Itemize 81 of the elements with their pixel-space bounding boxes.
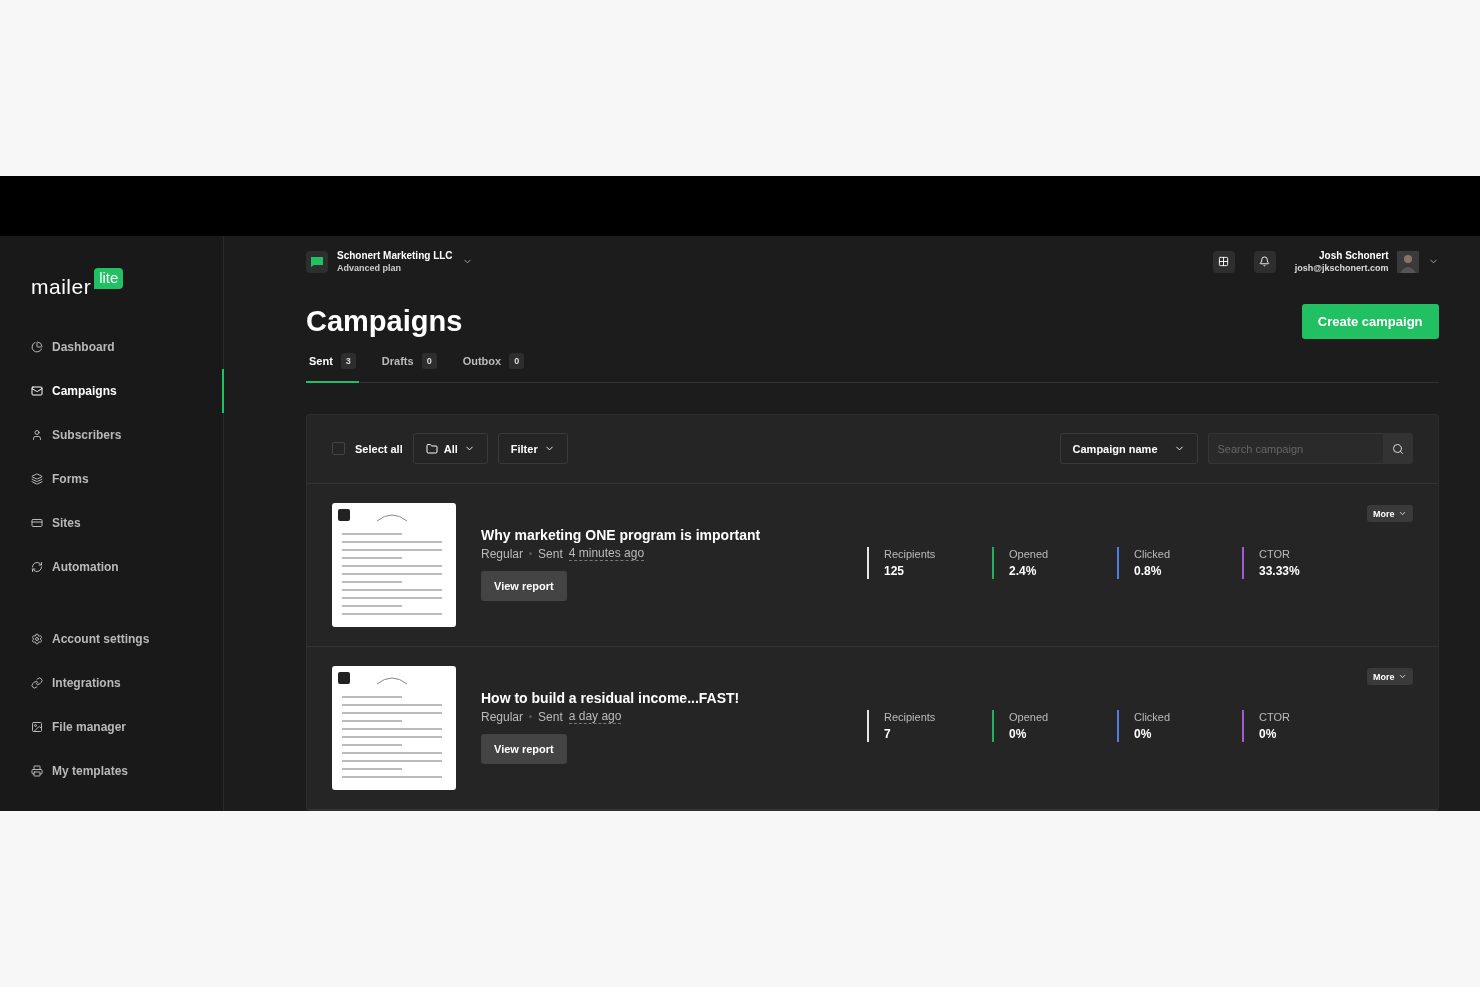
stat-label: Recipients <box>884 711 937 723</box>
stat-value: 125 <box>884 564 906 578</box>
folder-icon <box>425 442 438 455</box>
sidebar-item[interactable]: Dashboard <box>0 325 224 369</box>
view-report-button[interactable]: View report <box>481 734 567 764</box>
stat-value: 0.8% <box>1134 564 1163 578</box>
user-name: Josh Schonert <box>1318 250 1389 261</box>
stat-value: 2.4% <box>1009 564 1038 578</box>
refresh-icon <box>31 561 43 573</box>
sidebar-item[interactable]: File manager <box>0 705 224 749</box>
sidebar-item[interactable]: Subscribers <box>0 413 224 457</box>
tab[interactable]: Sent 3 <box>306 353 359 383</box>
stat-value: 33.33% <box>1259 564 1301 578</box>
sidebar-item[interactable]: Integrations <box>0 661 224 705</box>
campaign-title[interactable]: How to build a residual income...FAST! <box>481 690 841 706</box>
pie-chart-icon <box>31 341 43 353</box>
tab[interactable]: Outbox 0 <box>459 353 528 383</box>
chat-icon <box>306 250 328 273</box>
campaign-type: Regular <box>481 546 524 561</box>
separator-dot <box>529 715 533 718</box>
sent-label: Sent <box>538 546 563 561</box>
stat-label: CTOR <box>1259 711 1291 723</box>
image-icon <box>31 721 43 733</box>
sidebar-item[interactable]: Account settings <box>0 617 224 661</box>
campaign-type: Regular <box>481 709 524 724</box>
mail-icon <box>31 385 43 397</box>
user-icon <box>31 429 43 441</box>
stat-label: Opened <box>1009 711 1050 723</box>
select-all-checkbox[interactable] <box>332 442 345 455</box>
stat-label: Recipients <box>884 548 937 560</box>
card-icon <box>31 517 43 529</box>
stat-label: CTOR <box>1259 548 1291 560</box>
select-all-label: Select all <box>355 442 403 455</box>
page-title: Campaigns <box>306 305 463 338</box>
search-field[interactable]: Search campaign <box>1207 433 1383 464</box>
grid-icon <box>1218 256 1230 267</box>
sidebar-item[interactable]: Sites <box>0 501 224 545</box>
printer-icon <box>31 765 43 777</box>
stat-value: 0% <box>1259 727 1278 741</box>
logo-text: mailer <box>31 275 92 299</box>
sidebar-item[interactable]: Forms <box>0 457 224 501</box>
sent-label: Sent <box>538 709 563 724</box>
avatar[interactable] <box>1396 250 1419 273</box>
stat-value: 0% <box>1134 727 1153 741</box>
stat-label: Clicked <box>1134 548 1172 560</box>
tab-count: 0 <box>509 353 525 369</box>
tab[interactable]: Drafts 0 <box>378 353 440 383</box>
more-button[interactable]: More <box>1367 505 1413 522</box>
link-icon <box>31 677 43 689</box>
tab-count: 3 <box>340 353 356 369</box>
search-button[interactable] <box>1382 433 1413 464</box>
chevron-down-icon <box>1397 672 1407 681</box>
folder-dropdown[interactable]: All <box>412 433 488 464</box>
notifications-button[interactable] <box>1253 250 1276 273</box>
account-plan: Advanced plan <box>337 263 402 273</box>
sent-time: a day ago <box>568 709 622 724</box>
tab-count: 0 <box>421 353 437 369</box>
bell-icon <box>1259 256 1271 267</box>
stat-label: Clicked <box>1134 711 1172 723</box>
layers-icon <box>31 473 43 485</box>
stat-label: Opened <box>1009 548 1050 560</box>
sidebar-item[interactable]: Automation <box>0 545 224 589</box>
separator-dot <box>529 552 533 555</box>
sidebar-item[interactable]: Campaigns <box>0 369 224 413</box>
view-report-button[interactable]: View report <box>481 571 567 601</box>
account-switcher[interactable]: Schonert Marketing LLC Advanced plan <box>306 250 473 273</box>
more-button[interactable]: More <box>1367 668 1413 685</box>
filter-dropdown[interactable]: Filter <box>497 433 568 464</box>
user-email: josh@jkschonert.com <box>1294 263 1389 273</box>
sidebar-item[interactable]: My templates <box>0 749 224 793</box>
search-icon <box>1391 442 1404 455</box>
settings-icon <box>31 633 43 645</box>
logo-badge: lite <box>94 268 124 289</box>
chevron-down-icon <box>1397 509 1407 518</box>
sort-dropdown[interactable]: Campaign name <box>1059 433 1198 464</box>
campaign-title[interactable]: Why marketing ONE program is important <box>481 527 841 543</box>
stat-value: 7 <box>884 727 892 741</box>
stat-value: 0% <box>1009 727 1028 741</box>
apps-button[interactable] <box>1212 250 1235 273</box>
sent-time: 4 minutes ago <box>568 546 645 561</box>
account-name: Schonert Marketing LLC <box>337 250 453 261</box>
